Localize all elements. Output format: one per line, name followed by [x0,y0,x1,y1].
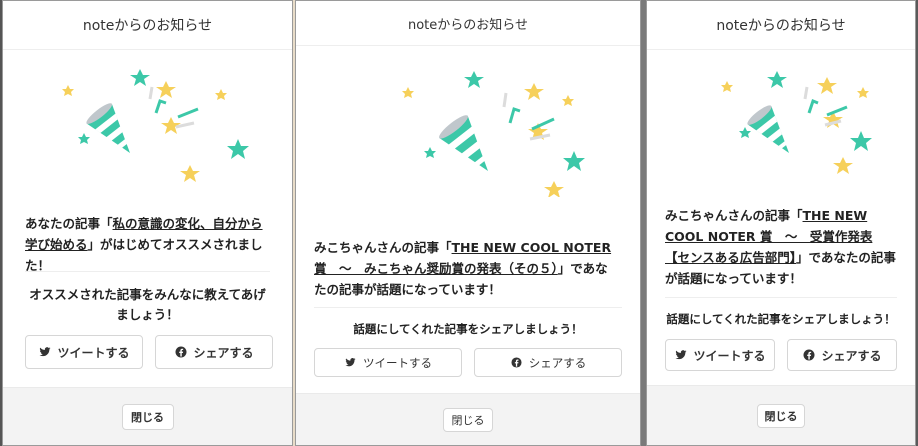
tweet-button[interactable]: ツイートする [25,335,143,369]
divider [25,271,270,272]
modal-title: noteからのお知らせ [407,17,529,33]
notification-modal: noteからのお知らせ みこちゃんさんの記事「THE NEW COOL NOTE… [646,0,916,446]
party-popper-illustration [61,69,249,182]
message-text: あなたの記事「 [25,216,113,231]
author-name: みこちゃんさん [665,208,753,223]
message-text: の記事「 [752,208,803,223]
share-label: シェアする [821,348,882,363]
share-label: シェアする [528,355,587,370]
close-button[interactable]: 閉じる [443,408,493,432]
modal-footer: 閉じる [3,387,292,445]
share-button[interactable]: シェアする [155,335,273,369]
modal-footer: 閉じる [647,385,915,445]
close-button[interactable]: 閉じる [121,404,174,430]
modal-title: noteからのお知らせ [716,18,846,34]
party-popper-illustration [721,71,872,174]
message-text: の記事「 [401,240,452,255]
modal-footer: 閉じる [296,393,640,445]
share-button[interactable]: シェアする [787,339,897,371]
share-label: シェアする [193,345,254,360]
notification-message: みこちゃんさんの記事「THE NEW COOL NOTER 賞 ～ 受賞作発表【… [665,205,897,289]
share-prompt: 話題にしてくれた記事をシェアしましょう！ [353,322,583,336]
close-button[interactable]: 閉じる [757,404,805,428]
notification-modal: noteからのお知らせ みこちゃんさんの記事「THE NEW COOL NOTE… [295,0,641,446]
tweet-button[interactable]: ツイートする [314,348,462,377]
facebook-icon [174,346,187,359]
twitter-icon [38,346,51,359]
share-button[interactable]: シェアする [474,348,622,377]
tweet-label: ツイートする [363,355,432,370]
twitter-icon [674,349,687,362]
twitter-icon [344,356,357,369]
modal-header: noteからのお知らせ [296,1,640,46]
divider [665,297,897,298]
notification-message: みこちゃんさんの記事「THE NEW COOL NOTER 賞 ～ みこちゃん奨… [314,237,620,300]
share-prompt: 話題にしてくれた記事をシェアしましょう！ [666,312,896,326]
party-popper-illustration [402,71,585,197]
modal-header: noteからのお知らせ [647,1,915,50]
tweet-label: ツイートする [57,345,130,360]
tweet-button[interactable]: ツイートする [665,339,775,371]
facebook-icon [510,356,523,369]
author-name: みこちゃんさん [314,240,402,255]
share-prompt: オススメされた記事をみんなに教えてあげましょう！ [29,287,266,322]
tweet-label: ツイートする [693,348,766,363]
modal-header: noteからのお知らせ [3,1,292,50]
notification-message: あなたの記事「私の意識の変化、自分から学び始める」がはじめてオススメされました！ [25,213,272,276]
modal-title: noteからのお知らせ [82,18,213,34]
facebook-icon [802,349,815,362]
notification-modal: noteからのお知らせ あなたの記事「私の意識の変化、自分から学び始める」がはじ… [2,0,293,446]
divider [314,307,622,308]
